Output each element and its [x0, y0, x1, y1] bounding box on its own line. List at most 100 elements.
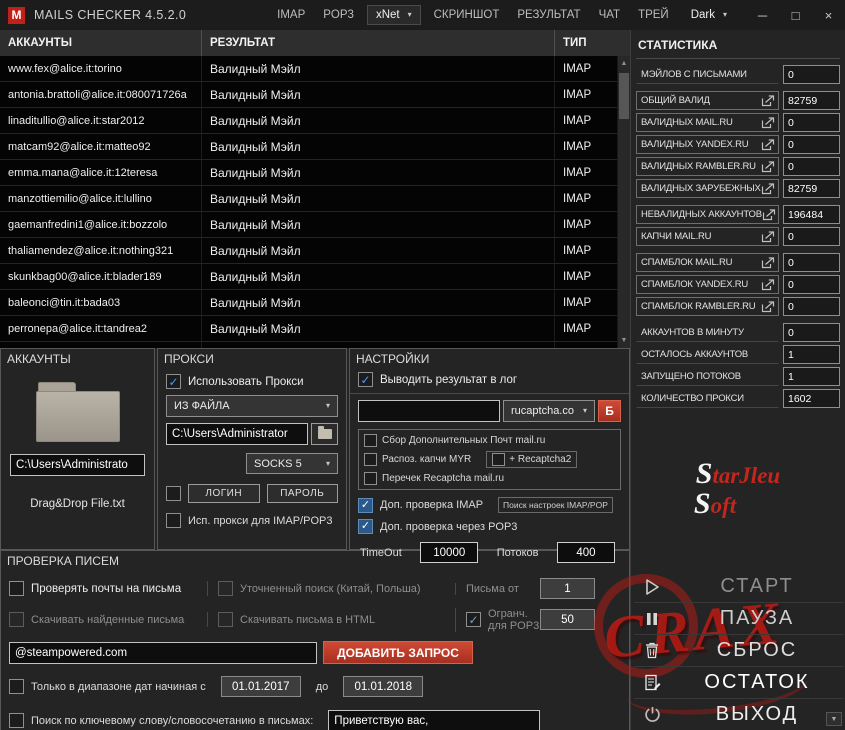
timeout-input[interactable]: 10000 — [420, 542, 479, 563]
download-html-checkbox[interactable] — [218, 612, 233, 627]
minimize-button[interactable]: ─ — [746, 0, 779, 30]
date-to-input[interactable]: 01.01.2018 — [343, 676, 424, 697]
stat-value: 0 — [783, 227, 840, 246]
table-row[interactable]: emma.mana@alice.it:12teresa Валидный Мэй… — [0, 160, 617, 186]
proxy-for-imap-checkbox[interactable] — [166, 513, 181, 528]
cell-type: IMAP — [563, 166, 592, 179]
stat-row: ВАЛИДНЫХ MAIL.RU 0 — [636, 113, 840, 132]
recaptcha2-label: + Recaptcha2 — [509, 454, 572, 465]
proxy-type-dropdown[interactable]: SOCKS 5 ▾ — [246, 453, 338, 474]
table-row[interactable]: skunkbag00@alice.it:blader189 Валидный М… — [0, 264, 617, 290]
table-row[interactable]: baleonci@tin.it:bada03 Валидный Мэйл IMA… — [0, 290, 617, 316]
proxy-auth-checkbox[interactable] — [166, 486, 181, 501]
accounts-file-path[interactable]: C:\Users\Administrato — [10, 454, 145, 476]
use-proxy-label: Использовать Прокси — [188, 375, 304, 388]
cell-type: IMAP — [563, 270, 592, 283]
pause-icon — [634, 610, 670, 628]
menu-chat[interactable]: ЧАТ — [590, 0, 629, 30]
cell-result: Валидный Мэйл — [202, 290, 555, 315]
scroll-up-icon[interactable]: ▲ — [618, 57, 630, 70]
query-input[interactable]: @steampowered.com — [9, 641, 317, 664]
keyword-search-checkbox[interactable] — [9, 713, 24, 728]
check-letters-checkbox[interactable] — [9, 581, 24, 596]
myr-captcha-checkbox[interactable] — [364, 453, 377, 466]
menu-theme-dropdown[interactable]: Dark ▾ — [682, 5, 736, 25]
stat-label-box: ЗАПУЩЕНО ПОТОКОВ — [636, 367, 779, 386]
recaptcha2-checkbox[interactable] — [492, 453, 506, 466]
imap-check-checkbox[interactable] — [358, 497, 373, 513]
folder-icon[interactable] — [35, 382, 120, 442]
cell-result: Валидный Мэйл — [202, 56, 555, 81]
download-found-checkbox[interactable] — [9, 612, 24, 627]
letters-from-input[interactable]: 1 — [540, 578, 595, 599]
add-query-button[interactable]: ДОБАВИТЬ ЗАПРОС — [323, 641, 473, 664]
menu-xnet-dropdown[interactable]: xNet ▾ — [366, 5, 421, 25]
maximize-button[interactable]: □ — [779, 0, 812, 30]
captcha-key-input[interactable] — [358, 400, 500, 422]
captcha-service-value: rucaptcha.co — [511, 405, 574, 417]
stat-value: 82759 — [783, 91, 840, 110]
threads-input[interactable]: 400 — [556, 542, 615, 563]
browse-folder-button[interactable] — [311, 423, 338, 445]
menu-bar: IMAP POP3 xNet ▾ СКРИНШОТ РЕЗУЛЬТАТ ЧАТ … — [268, 0, 740, 30]
date-from-input[interactable]: 01.01.2017 — [220, 676, 301, 697]
menu-result[interactable]: РЕЗУЛЬТАТ — [508, 0, 589, 30]
menu-screenshot[interactable]: СКРИНШОТ — [425, 0, 509, 30]
stat-label: СПАМБЛОК RAMBLER.RU — [641, 301, 756, 312]
captcha-service-dropdown[interactable]: rucaptcha.co ▾ — [503, 400, 595, 422]
results-table: АККАУНТЫ РЕЗУЛЬТАТ ТИП www.fex@alice.it:… — [0, 30, 630, 348]
pop3-limit-checkbox[interactable] — [466, 612, 481, 627]
use-proxy-checkbox[interactable] — [166, 374, 181, 389]
table-scrollbar[interactable]: ▲ ▼ — [617, 56, 630, 348]
power-icon — [634, 705, 670, 724]
column-header-accounts[interactable]: АККАУНТЫ — [0, 30, 202, 56]
scroll-down-icon[interactable]: ▼ — [618, 334, 630, 347]
menu-tray[interactable]: ТРЕЙ — [629, 0, 678, 30]
refined-search-checkbox[interactable] — [218, 581, 233, 596]
reset-button[interactable]: СБРОС — [634, 634, 844, 666]
balance-button[interactable]: Б — [598, 400, 621, 422]
table-row[interactable]: gaemanfredini1@alice.it:bozzolo Валидный… — [0, 212, 617, 238]
column-header-type[interactable]: ТИП — [555, 30, 630, 56]
pop3-check-checkbox[interactable] — [358, 519, 373, 534]
menu-pop3[interactable]: POP3 — [314, 0, 363, 30]
menu-imap[interactable]: IMAP — [268, 0, 314, 30]
stat-row: ЗАПУЩЕНО ПОТОКОВ 1 — [636, 367, 840, 386]
table-row[interactable]: linaditullio@alice.it:star2012 Валидный … — [0, 108, 617, 134]
log-output-checkbox[interactable] — [358, 372, 373, 387]
remainder-button[interactable]: ОСТАТОК — [634, 666, 844, 698]
table-row[interactable]: www.fex@alice.it:torino Валидный Мэйл IM… — [0, 56, 617, 82]
table-row[interactable]: antonia.brattoli@alice.it:080071726a Вал… — [0, 82, 617, 108]
start-button[interactable]: СТАРТ — [634, 571, 844, 602]
export-icon — [761, 256, 775, 269]
stat-label: ВАЛИДНЫХ YANDEX.RU — [641, 139, 749, 150]
brand-line-2: Soft — [636, 488, 794, 518]
exit-button[interactable]: ВЫХОД — [634, 698, 844, 730]
table-row[interactable]: thaliamendez@alice.it:nothing321 Валидны… — [0, 238, 617, 264]
collect-extra-mail-checkbox[interactable] — [364, 434, 377, 447]
close-button[interactable]: × — [812, 0, 845, 30]
table-row[interactable]: matcam92@alice.it:matteo92 Валидный Мэйл… — [0, 134, 617, 160]
pause-button[interactable]: ПАУЗА — [634, 602, 844, 634]
stat-label-box: СПАМБЛОК MAIL.RU — [636, 253, 779, 272]
date-range-checkbox[interactable] — [9, 679, 24, 694]
proxy-source-dropdown[interactable]: ИЗ ФАЙЛА ▾ — [166, 395, 338, 417]
resize-grip[interactable]: ▼ — [826, 712, 842, 726]
table-row[interactable]: perronepa@alice.it:tandrea2 Валидный Мэй… — [0, 316, 617, 342]
password-button[interactable]: ПАРОЛЬ — [266, 484, 338, 503]
column-header-result[interactable]: РЕЗУЛЬТАТ — [202, 30, 555, 56]
recheck-recaptcha-checkbox[interactable] — [364, 472, 377, 485]
stat-label: СПАМБЛОК MAIL.RU — [641, 257, 733, 268]
accounts-panel: АККАУНТЫ C:\Users\Administrato Drag&Drop… — [0, 348, 155, 550]
keyword-input[interactable]: Приветствую вас, — [328, 709, 541, 730]
cell-result: Валидный Мэйл — [202, 160, 555, 185]
pop3-limit-input[interactable]: 50 — [540, 609, 595, 630]
chevron-down-icon: ▾ — [407, 10, 412, 19]
login-button[interactable]: ЛОГИН — [188, 484, 260, 503]
cell-type: IMAP — [563, 140, 592, 153]
cell-account: antonia.brattoli@alice.it:080071726a — [0, 82, 202, 107]
table-row[interactable]: manzottiemilio@alice.it:lullino Валидный… — [0, 186, 617, 212]
proxy-file-path[interactable]: C:\Users\Administrator — [166, 423, 308, 445]
cell-account: perronepa@alice.it:tandrea2 — [0, 316, 202, 341]
scrollbar-thumb[interactable] — [619, 73, 629, 119]
